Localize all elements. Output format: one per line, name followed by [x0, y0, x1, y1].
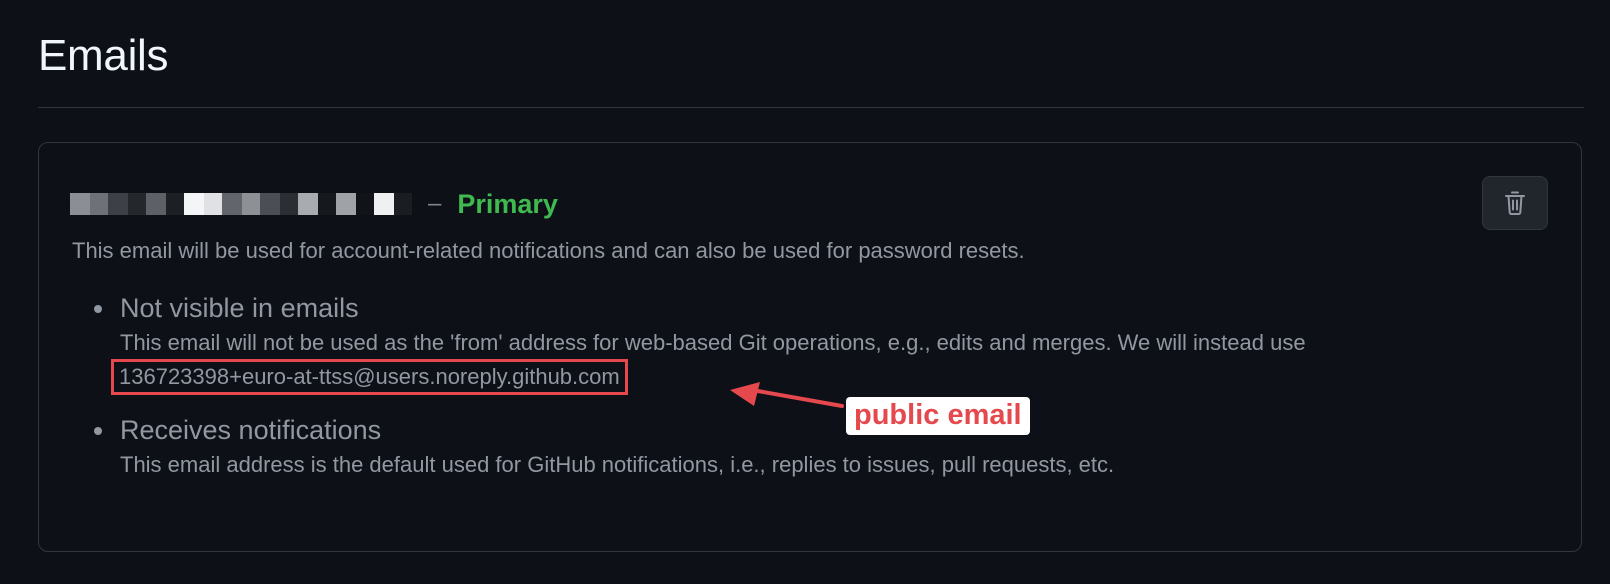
email-header-row: – Primary	[70, 188, 558, 220]
annotation-arrow	[730, 382, 844, 408]
page-title: Emails	[38, 31, 169, 80]
redacted-email-address	[70, 193, 412, 215]
list-item-title: Not visible in emails	[120, 293, 359, 323]
noreply-email-address: 136723398+euro-at-ttss@users.noreply.git…	[111, 359, 628, 395]
list-item-text: This email address is the default used f…	[120, 452, 1115, 477]
emails-settings-page: Emails – Primary This email will be used…	[0, 0, 1610, 584]
list-item-text: This email will not be used as the 'from…	[120, 330, 1306, 355]
bullet-dot	[94, 427, 102, 435]
title-divider	[38, 107, 1584, 108]
trash-icon	[1505, 191, 1525, 215]
public-email-annotation: public email	[846, 397, 1030, 435]
delete-email-button[interactable]	[1482, 176, 1548, 230]
list-item-receives-notifications: Receives notifications This email addres…	[94, 412, 1534, 482]
bullet-dot	[94, 305, 102, 313]
separator-dash: –	[428, 190, 442, 217]
primary-badge: Primary	[457, 188, 558, 219]
email-description: This email will be used for account-rela…	[72, 238, 1025, 263]
